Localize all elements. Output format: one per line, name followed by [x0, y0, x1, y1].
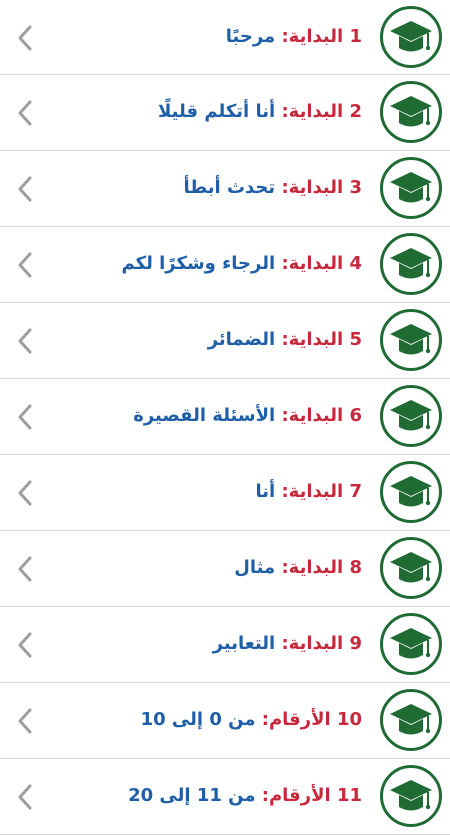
lesson-subtitle: الضمائر: [207, 329, 276, 350]
lesson-title: 2 البداية: أنا أتكلم قليلًا: [158, 99, 362, 125]
graduation-cap-icon: [380, 6, 442, 68]
lesson-category: البداية: [288, 405, 344, 426]
lesson-separator: :: [281, 405, 289, 426]
lesson-title: 8 البداية: مثال: [234, 555, 362, 581]
lesson-number: 5: [349, 329, 362, 350]
lesson-category: البداية: [288, 253, 344, 274]
lesson-category: البداية: [288, 633, 344, 654]
lesson-subtitle: أنا أتكلم قليلًا: [157, 101, 276, 122]
lesson-separator: :: [281, 481, 289, 502]
lesson-number: 7: [349, 481, 362, 502]
lesson-separator: :: [281, 101, 289, 122]
lesson-category: البداية: [288, 177, 344, 198]
lesson-subtitle: أنا: [255, 481, 276, 502]
lesson-category: الأرقام: [268, 709, 331, 730]
chevron-left-icon[interactable]: [14, 632, 36, 658]
graduation-cap-icon: [380, 461, 442, 523]
lesson-separator: :: [281, 177, 289, 198]
graduation-cap-icon: [380, 157, 442, 219]
lesson-number: 9: [349, 633, 362, 654]
lesson-row-10[interactable]: 10 الأرقام: من 0 إلى 10: [0, 683, 450, 759]
chevron-left-icon[interactable]: [14, 480, 36, 506]
lesson-title: 10 الأرقام: من 0 إلى 10: [141, 707, 362, 733]
lesson-row-4[interactable]: 4 البداية: الرجاء وشكرًا لكم: [0, 227, 450, 303]
graduation-cap-icon: [380, 309, 442, 371]
lesson-separator: :: [281, 633, 289, 654]
lesson-subtitle: تحدث أبطأ: [183, 177, 276, 198]
lesson-number: 4: [349, 253, 362, 274]
lesson-title: 7 البداية: أنا: [255, 479, 362, 505]
graduation-cap-icon: [380, 689, 442, 751]
lesson-row-3[interactable]: 3 البداية: تحدث أبطأ: [0, 151, 450, 227]
lesson-category: البداية: [288, 329, 344, 350]
lesson-title: 5 البداية: الضمائر: [208, 327, 362, 353]
lesson-number: 2: [349, 101, 362, 122]
lesson-number: 10: [336, 709, 362, 730]
lesson-category: البداية: [288, 101, 344, 122]
lesson-subtitle: مثال: [234, 557, 276, 578]
lesson-subtitle: مرحبًا: [225, 26, 276, 47]
lesson-number: 8: [349, 557, 362, 578]
lesson-title: 11 الأرقام: من 11 إلى 20: [128, 783, 362, 809]
lesson-title: 6 البداية: الأسئلة القصيرة: [133, 403, 362, 429]
chevron-left-icon[interactable]: [14, 252, 36, 278]
lesson-separator: :: [261, 785, 269, 806]
chevron-left-icon[interactable]: [14, 100, 36, 126]
chevron-left-icon[interactable]: [14, 176, 36, 202]
chevron-left-icon[interactable]: [14, 556, 36, 582]
graduation-cap-icon: [380, 537, 442, 599]
chevron-left-icon[interactable]: [14, 328, 36, 354]
lesson-subtitle: من 11 إلى 20: [128, 785, 256, 806]
lesson-title: 4 البداية: الرجاء وشكرًا لكم: [122, 251, 363, 277]
lesson-row-1[interactable]: 1 البداية: مرحبًا: [0, 0, 450, 75]
lesson-number: 3: [349, 177, 362, 198]
lesson-row-5[interactable]: 5 البداية: الضمائر: [0, 303, 450, 379]
lesson-row-8[interactable]: 8 البداية: مثال: [0, 531, 450, 607]
graduation-cap-icon: [380, 765, 442, 827]
lesson-separator: :: [281, 26, 289, 47]
lesson-row-2[interactable]: 2 البداية: أنا أتكلم قليلًا: [0, 75, 450, 151]
lesson-separator: :: [281, 253, 289, 274]
lesson-number: 11: [336, 785, 362, 806]
lesson-subtitle: من 0 إلى 10: [140, 709, 256, 730]
lesson-row-11[interactable]: 11 الأرقام: من 11 إلى 20: [0, 759, 450, 835]
chevron-left-icon[interactable]: [14, 25, 36, 51]
lesson-row-7[interactable]: 7 البداية: أنا: [0, 455, 450, 531]
chevron-left-icon[interactable]: [14, 784, 36, 810]
lesson-list: 1 البداية: مرحبًا 2 البداية: أنا أتكلم ق…: [0, 0, 450, 835]
lesson-row-9[interactable]: 9 البداية: التعابير: [0, 607, 450, 683]
lesson-separator: :: [261, 709, 269, 730]
chevron-left-icon[interactable]: [14, 708, 36, 734]
lesson-separator: :: [281, 329, 289, 350]
graduation-cap-icon: [380, 613, 442, 675]
lesson-number: 1: [349, 26, 362, 47]
lesson-category: البداية: [288, 26, 344, 47]
lesson-category: الأرقام: [268, 785, 331, 806]
chevron-left-icon[interactable]: [14, 404, 36, 430]
lesson-row-6[interactable]: 6 البداية: الأسئلة القصيرة: [0, 379, 450, 455]
lesson-title: 3 البداية: تحدث أبطأ: [183, 175, 362, 201]
lesson-number: 6: [349, 405, 362, 426]
graduation-cap-icon: [380, 81, 442, 143]
lesson-subtitle: الأسئلة القصيرة: [133, 405, 276, 426]
lesson-category: البداية: [288, 557, 344, 578]
lesson-separator: :: [281, 557, 289, 578]
lesson-title: 9 البداية: التعابير: [213, 631, 362, 657]
graduation-cap-icon: [380, 233, 442, 295]
lesson-subtitle: التعابير: [212, 633, 276, 654]
graduation-cap-icon: [380, 385, 442, 447]
lesson-category: البداية: [288, 481, 344, 502]
lesson-subtitle: الرجاء وشكرًا لكم: [121, 253, 276, 274]
lesson-title: 1 البداية: مرحبًا: [226, 24, 362, 50]
